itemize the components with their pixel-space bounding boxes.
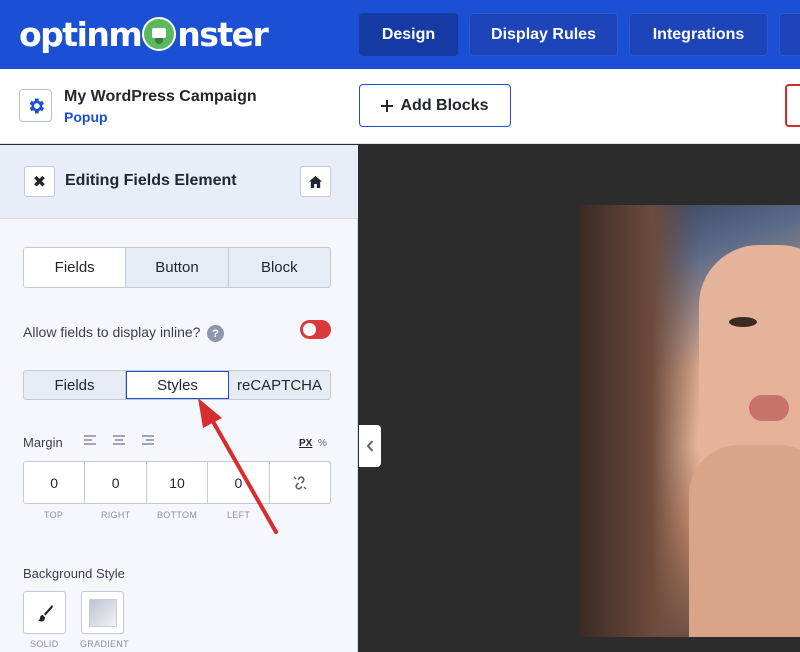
collapse-sidebar-button[interactable] (359, 425, 381, 467)
campaign-type[interactable]: Popup (64, 109, 108, 125)
align-left-icon[interactable] (84, 435, 96, 446)
settings-sub-tabs: Fields Styles reCAPTCHA (23, 370, 331, 400)
tab-integrations[interactable]: Integrations (629, 13, 768, 56)
solid-caption: SOLID (30, 639, 59, 649)
margin-inputs: 0 0 10 0 (23, 461, 331, 504)
tab-button[interactable]: Button (126, 248, 229, 287)
campaign-title: My WordPress Campaign (64, 88, 257, 105)
margin-bottom-input[interactable]: 10 (147, 462, 209, 503)
align-right-icon[interactable] (142, 435, 154, 446)
gradient-background-option[interactable] (81, 591, 124, 634)
unit-percent-option[interactable]: % (318, 438, 327, 449)
gear-icon (29, 98, 44, 113)
add-blocks-button[interactable]: Add Blocks (359, 84, 511, 127)
home-button[interactable] (300, 166, 331, 197)
tab-display-rules[interactable]: Display Rules (469, 13, 618, 56)
optinmonster-logo[interactable]: optinm nster (19, 12, 269, 56)
plus-icon (381, 99, 394, 112)
campaign-settings-button[interactable] (19, 89, 52, 122)
link-values-button[interactable] (270, 462, 330, 503)
margin-top-input[interactable]: 0 (24, 462, 86, 503)
close-icon: ✖ (32, 173, 47, 191)
inline-fields-label: Allow fields to display inline? (23, 324, 201, 340)
gradient-caption: GRADIENT (80, 639, 129, 649)
inline-fields-toggle[interactable] (300, 320, 331, 339)
solid-background-option[interactable] (23, 591, 66, 634)
tab-fields[interactable]: Fields (24, 248, 127, 287)
chevron-left-icon (366, 440, 374, 452)
monster-mascot-icon (142, 17, 177, 51)
popup-hero-image (579, 205, 800, 637)
help-icon[interactable]: ? (207, 325, 224, 342)
add-blocks-label: Add Blocks (400, 96, 489, 114)
caption-bottom: BOTTOM (157, 510, 198, 520)
tab-design[interactable]: Design (359, 13, 458, 56)
caption-left: LEFT (227, 510, 251, 520)
tab-block[interactable]: Block (229, 248, 330, 287)
subtab-styles[interactable]: Styles (126, 371, 229, 399)
tab-overflow[interactable] (779, 13, 800, 56)
gradient-swatch (88, 598, 117, 627)
element-type-tabs: Fields Button Block (23, 247, 331, 288)
background-style-label: Background Style (23, 566, 125, 581)
close-panel-button[interactable]: ✖ (24, 166, 55, 197)
margin-right-input[interactable]: 0 (85, 462, 147, 503)
caption-top: TOP (44, 510, 64, 520)
unlink-icon (293, 475, 307, 490)
margin-left-input[interactable]: 0 (208, 462, 270, 503)
home-icon (309, 175, 322, 188)
margin-label: Margin (23, 435, 63, 450)
paintbrush-icon (37, 604, 53, 621)
panel-title: Editing Fields Element (65, 172, 237, 189)
save-button-edge[interactable] (785, 84, 800, 127)
unit-px-option[interactable]: PX (299, 438, 312, 449)
subtab-fields[interactable]: Fields (24, 371, 126, 399)
caption-right: RIGHT (101, 510, 131, 520)
align-center-icon[interactable] (113, 435, 125, 446)
subtab-recaptcha[interactable]: reCAPTCHA (229, 371, 330, 399)
